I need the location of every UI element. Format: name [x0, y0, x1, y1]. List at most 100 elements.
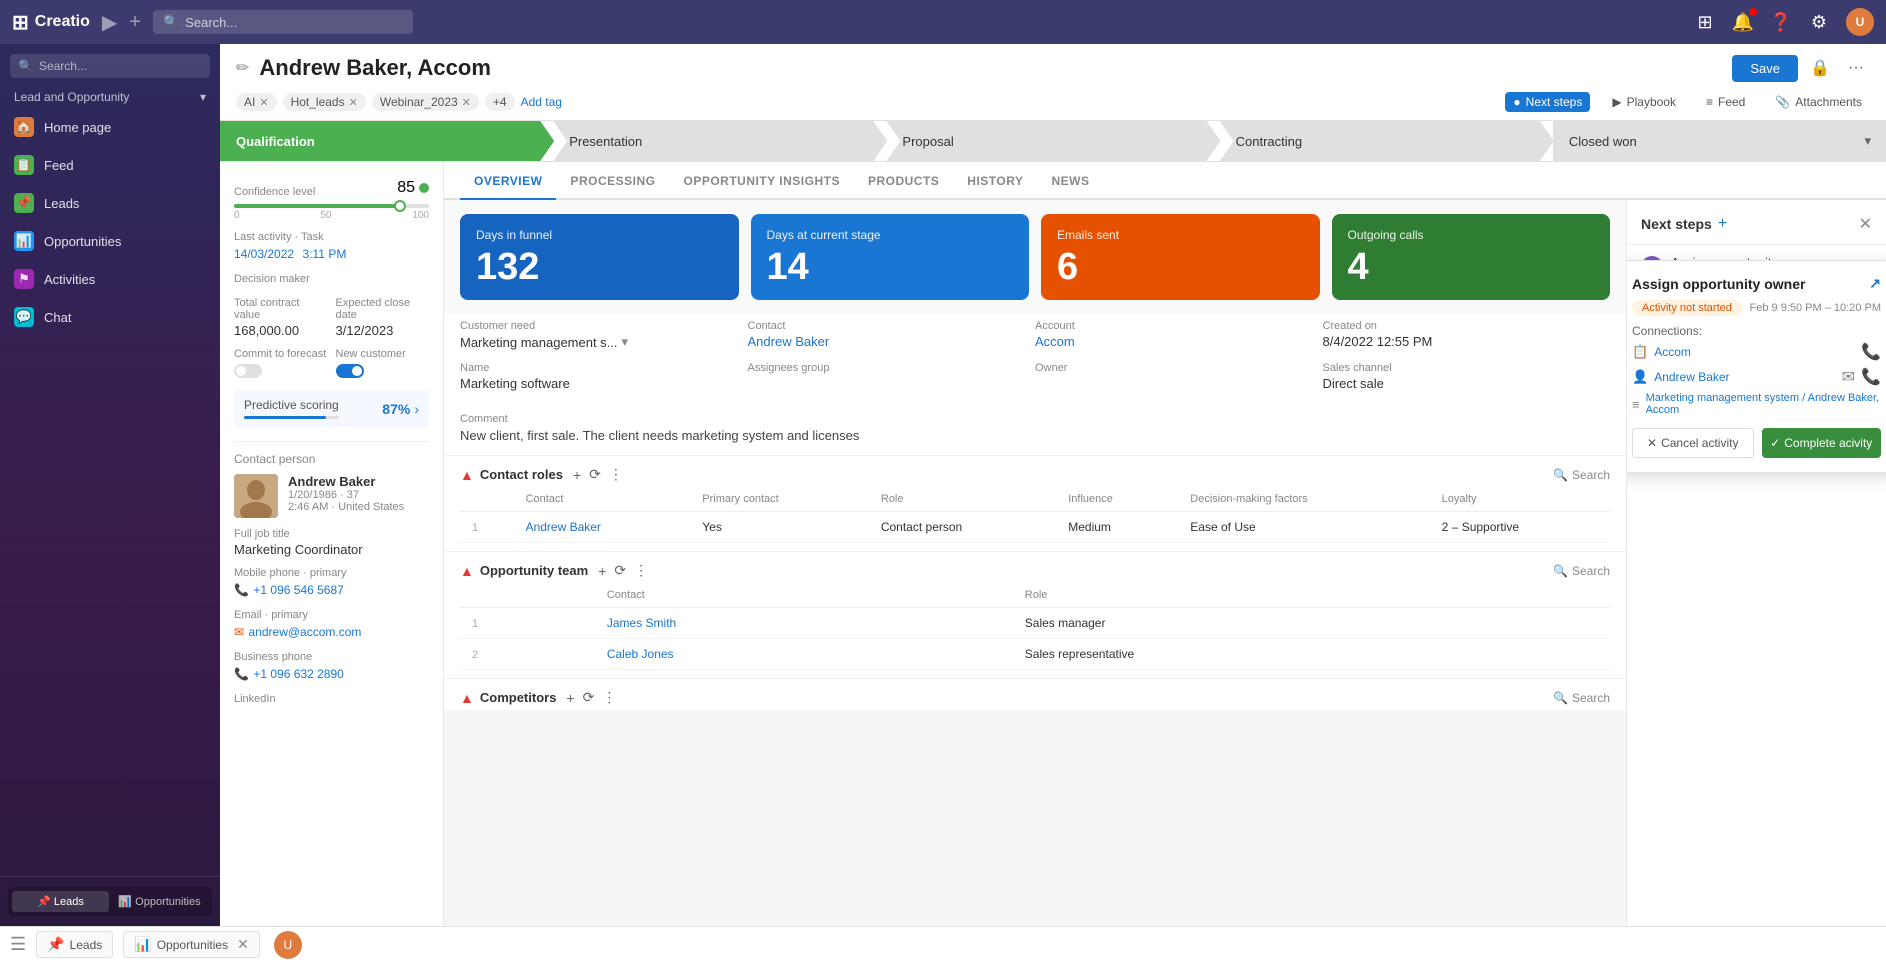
- tag-more[interactable]: +4: [485, 93, 515, 111]
- col-influence[interactable]: Influence: [1056, 487, 1178, 512]
- andrew-phone-icon[interactable]: 📞: [1861, 367, 1881, 387]
- tab-history[interactable]: HISTORY: [953, 162, 1037, 200]
- stage-dropdown-icon[interactable]: ▾: [1864, 133, 1871, 149]
- contact-roles-refresh[interactable]: ⟳: [589, 466, 601, 483]
- complete-activity-button[interactable]: ✓ Complete acivity: [1762, 428, 1882, 458]
- contact-roles-add[interactable]: +: [573, 467, 581, 483]
- cancel-activity-button[interactable]: ✕ Cancel activity: [1632, 428, 1754, 458]
- confidence-slider[interactable]: [234, 204, 429, 208]
- team-row1-contact[interactable]: James Smith: [607, 616, 676, 630]
- stage-qualification[interactable]: Qualification: [220, 121, 554, 161]
- popup-andrew-link[interactable]: Andrew Baker: [1654, 370, 1729, 384]
- competitors-refresh[interactable]: ⟳: [583, 689, 595, 706]
- user-avatar[interactable]: U: [1846, 8, 1874, 36]
- tab-products[interactable]: PRODUCTS: [854, 162, 953, 200]
- stage-contracting[interactable]: Contracting: [1220, 121, 1554, 161]
- tab-news[interactable]: NEWS: [1037, 162, 1103, 200]
- stage-presentation[interactable]: Presentation: [553, 121, 887, 161]
- competitors-add[interactable]: +: [566, 690, 574, 706]
- bottom-user-avatar[interactable]: U: [274, 931, 302, 959]
- competitors-more[interactable]: ⋮: [602, 689, 616, 706]
- competitors-actions: + ⟳ ⋮: [566, 689, 616, 706]
- row-contact[interactable]: Andrew Baker: [526, 520, 601, 534]
- predictive-scoring-row[interactable]: Predictive scoring 87% ›: [234, 390, 429, 427]
- contact-roles-table: Contact Primary contact Role Influence D…: [460, 487, 1610, 543]
- competitors-search[interactable]: 🔍 Search: [1553, 691, 1610, 705]
- business-phone-value[interactable]: +1 096 632 2890: [253, 667, 343, 681]
- collapse-icon[interactable]: ☰: [10, 934, 26, 955]
- col-factors[interactable]: Decision-making factors: [1178, 487, 1429, 512]
- email-icon: ✉: [234, 625, 244, 639]
- sidebar-item-home[interactable]: 🏠 Home page: [0, 108, 220, 146]
- sidebar-item-activities[interactable]: ⚑ Activities: [0, 260, 220, 298]
- sidebar-tab-leads[interactable]: 📌 Leads: [12, 891, 109, 912]
- more-options-icon[interactable]: ···: [1842, 54, 1870, 82]
- commit-toggle[interactable]: [234, 364, 262, 378]
- next-steps-add-button[interactable]: +: [1718, 215, 1727, 233]
- last-activity-date[interactable]: 14/03/2022: [234, 247, 294, 261]
- bell-icon[interactable]: 🔔: [1732, 11, 1754, 33]
- col-loyalty[interactable]: Loyalty: [1430, 487, 1610, 512]
- attachments-tool-button[interactable]: 📎 Attachments: [1767, 92, 1870, 112]
- popup-opportunity-link[interactable]: Marketing management system / Andrew Bak…: [1646, 392, 1881, 416]
- contact-link[interactable]: Andrew Baker: [748, 334, 1036, 349]
- team-col-role[interactable]: Role: [1013, 583, 1610, 608]
- bottom-opportunities-close[interactable]: ✕: [237, 936, 249, 953]
- new-customer-toggle[interactable]: [336, 364, 364, 378]
- save-button[interactable]: Save: [1732, 55, 1798, 82]
- sidebar-item-chat[interactable]: 💬 Chat: [0, 298, 220, 336]
- sidebar-search-icon: 🔍: [18, 59, 33, 73]
- opportunity-team-refresh[interactable]: ⟳: [614, 562, 626, 579]
- customer-need-dropdown[interactable]: ▾: [622, 334, 629, 350]
- global-search[interactable]: 🔍 Search...: [153, 10, 413, 34]
- mobile-value[interactable]: +1 096 546 5687: [253, 583, 343, 597]
- accom-phone-icon[interactable]: 📞: [1861, 342, 1881, 362]
- contact-roles-search[interactable]: 🔍 Search: [1553, 468, 1610, 482]
- tab-processing[interactable]: PROCESSING: [556, 162, 669, 200]
- contact-name[interactable]: Andrew Baker: [288, 474, 429, 489]
- add-button[interactable]: +: [129, 11, 141, 34]
- email-value[interactable]: andrew@accom.com: [249, 625, 362, 639]
- overview-layout: Days in funnel 132 Days at current stage…: [444, 200, 1886, 926]
- grid-icon[interactable]: ⊞: [1694, 11, 1716, 33]
- settings-icon[interactable]: ⚙: [1808, 11, 1830, 33]
- predictive-bar: [244, 416, 339, 419]
- tag-ai-remove[interactable]: ✕: [259, 96, 268, 109]
- sidebar-search[interactable]: 🔍 Search...: [10, 54, 210, 78]
- sidebar-section-label[interactable]: Lead and Opportunity ▾: [0, 84, 220, 108]
- next-steps-close-button[interactable]: ✕: [1859, 214, 1872, 234]
- team-col-contact[interactable]: Contact: [595, 583, 1013, 608]
- tab-opportunity-insights[interactable]: OPPORTUNITY INSIGHTS: [669, 162, 853, 200]
- account-link[interactable]: Accom: [1035, 334, 1323, 349]
- lock-icon[interactable]: 🔒: [1806, 54, 1834, 82]
- sidebar-item-feed[interactable]: 📋 Feed: [0, 146, 220, 184]
- help-icon[interactable]: ❓: [1770, 11, 1792, 33]
- col-contact[interactable]: Contact: [514, 487, 691, 512]
- sidebar-item-opportunities[interactable]: 📊 Opportunities: [0, 222, 220, 260]
- tab-overview[interactable]: OVERVIEW: [460, 162, 556, 200]
- tag-webinar-remove[interactable]: ✕: [462, 96, 471, 109]
- col-primary[interactable]: Primary contact: [690, 487, 869, 512]
- col-role[interactable]: Role: [869, 487, 1056, 512]
- popup-external-icon[interactable]: ↗: [1869, 275, 1881, 292]
- feed-tool-button[interactable]: ≡ Feed: [1698, 92, 1753, 112]
- opportunity-team-more[interactable]: ⋮: [634, 562, 648, 579]
- contact-roles-more[interactable]: ⋮: [609, 466, 623, 483]
- sidebar-tab-opportunities[interactable]: 📊 Opportunities: [111, 891, 208, 912]
- next-steps-tool-button[interactable]: ● Next steps: [1505, 92, 1590, 112]
- bottom-tab-opportunities[interactable]: 📊 Opportunities ✕: [123, 931, 260, 958]
- opportunity-team-search[interactable]: 🔍 Search: [1553, 564, 1610, 578]
- team-row2-contact[interactable]: Caleb Jones: [607, 647, 674, 661]
- tag-hot-leads-remove[interactable]: ✕: [349, 96, 358, 109]
- stage-closed-won[interactable]: Closed won ▾: [1553, 121, 1886, 161]
- bottom-tab-leads[interactable]: 📌 Leads: [36, 931, 113, 958]
- andrew-email-icon[interactable]: ✉: [1842, 367, 1855, 387]
- edit-icon[interactable]: ✏: [236, 58, 249, 78]
- popup-accom-link[interactable]: Accom: [1654, 345, 1691, 359]
- sidebar-item-leads[interactable]: 📌 Leads: [0, 184, 220, 222]
- stage-proposal[interactable]: Proposal: [886, 121, 1220, 161]
- playbook-tool-button[interactable]: ▶ Playbook: [1604, 92, 1684, 112]
- play-button[interactable]: ▶: [102, 10, 117, 35]
- opportunity-team-add[interactable]: +: [598, 563, 606, 579]
- add-tag-button[interactable]: Add tag: [521, 95, 562, 109]
